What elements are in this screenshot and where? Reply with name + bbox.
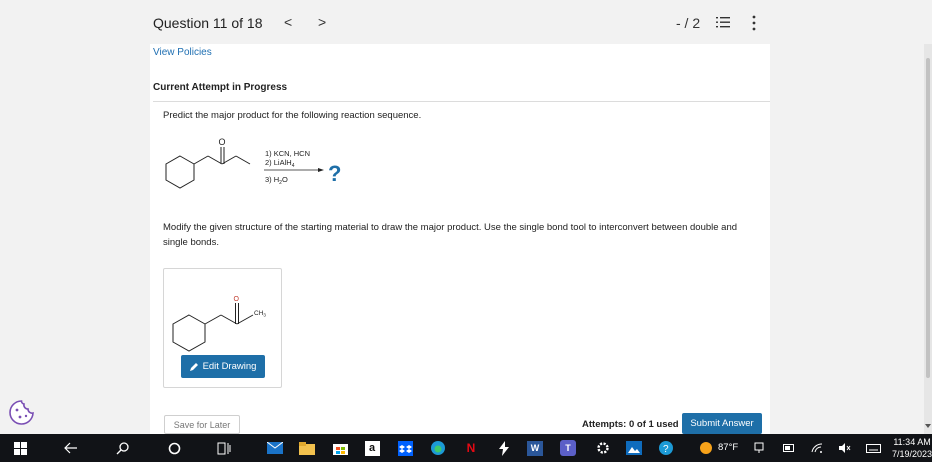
attempt-heading: Current Attempt in Progress <box>153 82 288 93</box>
tray-meet-now[interactable] <box>752 434 766 462</box>
drawing-instructions: Modify the given structure of the starti… <box>163 222 738 248</box>
reagent-step3: 3) H2O <box>265 175 288 186</box>
taskbar-help[interactable]: ? <box>657 434 675 462</box>
store-icon <box>332 444 348 455</box>
reagent-step3-end: O <box>282 175 288 184</box>
dropbox-icon <box>397 440 413 456</box>
carbonyl-o-label: O <box>219 137 226 147</box>
clock-date: 7/19/2023 <box>892 449 932 459</box>
teams-icon: T <box>560 440 576 456</box>
back-arrow-icon <box>64 442 77 454</box>
next-question-button[interactable]: > <box>318 14 326 30</box>
weather-temperature: 87°F <box>718 442 739 453</box>
taskbar-app-bolt[interactable] <box>496 434 512 462</box>
section-divider <box>153 101 770 102</box>
taskbar-netflix[interactable]: N <box>464 434 478 462</box>
question-panel: View Policies Current Attempt in Progres… <box>150 44 770 434</box>
amazon-icon: a <box>364 440 380 456</box>
taskbar-word[interactable]: W <box>526 434 544 462</box>
reaction-arrowhead <box>318 168 324 172</box>
mail-icon <box>267 442 283 454</box>
battery-icon <box>783 444 794 452</box>
question-list-icon[interactable] <box>716 16 730 29</box>
question-prompt: Predict the major product for the follow… <box>163 110 422 121</box>
save-for-later-button[interactable]: Save for Later <box>164 415 240 434</box>
gear-icon <box>597 442 609 454</box>
question-score: - / 2 <box>676 15 701 31</box>
submit-answer-button[interactable]: Submit Answer <box>682 413 762 434</box>
taskbar-teams[interactable]: T <box>558 434 578 462</box>
windows-start-button[interactable] <box>12 434 28 462</box>
tray-battery[interactable] <box>782 434 796 462</box>
reaction-scheme: O 1) KCN, HCN 2) LiAlH4 3) H2O ? <box>165 137 341 189</box>
photos-icon <box>626 441 642 455</box>
taskbar-settings[interactable] <box>594 434 612 462</box>
drawing-ch3-sub: 3 <box>263 313 266 318</box>
reagent-step2-sub: 4 <box>292 163 295 169</box>
search-button[interactable] <box>113 434 131 462</box>
tray-keyboard[interactable] <box>864 434 882 462</box>
reagent-step2: 2) LiAlH4 <box>265 158 295 169</box>
task-view-icon <box>217 442 231 454</box>
drawing-ch3-label: CH3 <box>254 310 266 318</box>
attempts-counter: Attempts: 0 of 1 used <box>582 419 679 430</box>
tray-wifi[interactable] <box>810 434 824 462</box>
more-options-icon[interactable] <box>752 15 756 31</box>
edge-icon <box>431 441 445 455</box>
tray-volume[interactable] <box>838 434 852 462</box>
product-question-mark: ? <box>328 161 341 186</box>
sun-icon <box>700 442 712 454</box>
taskbar-photos[interactable] <box>625 434 643 462</box>
edit-drawing-label: Edit Drawing <box>202 361 257 372</box>
cookie-settings-icon[interactable] <box>8 399 35 426</box>
edit-drawing-button[interactable]: Edit Drawing <box>181 355 265 378</box>
view-policies-link[interactable]: View Policies <box>153 47 212 58</box>
bolt-icon <box>499 440 509 456</box>
keyboard-icon <box>865 443 881 453</box>
reagent-step3-main: 3) H <box>265 175 279 184</box>
taskbar-mail[interactable] <box>266 434 284 462</box>
question-header: Question 11 of 18 < > - / 2 <box>0 0 932 44</box>
drawing-o-label: O <box>234 296 240 303</box>
taskbar-edge[interactable] <box>429 434 447 462</box>
system-clock[interactable]: 11:34 AM 7/19/2023 <box>892 436 932 460</box>
search-icon <box>116 441 129 454</box>
drawing-preview: O CH3 Edit Drawing <box>163 268 282 388</box>
taskbar-amazon[interactable]: a <box>364 434 380 462</box>
taskbar-store[interactable] <box>331 434 349 462</box>
taskbar-dropbox[interactable] <box>397 434 413 462</box>
cortana-icon <box>168 442 180 454</box>
clock-time: 11:34 AM <box>893 437 931 447</box>
windows-logo-icon <box>13 441 27 455</box>
viewport: Question 11 of 18 < > - / 2 View Policie… <box>0 0 932 462</box>
cortana-button[interactable] <box>165 434 183 462</box>
taskbar-file-explorer[interactable] <box>298 434 316 462</box>
task-view-button[interactable] <box>215 434 233 462</box>
windows-taskbar: a N W T ? 87°F 11:34 AM 7/19/2023 <box>0 434 932 462</box>
page-scrollbar-thumb[interactable] <box>926 58 930 378</box>
attempts-label: Attempts: 0 of 1 used <box>582 419 679 430</box>
starting-material-structure <box>165 147 251 189</box>
pencil-icon <box>189 362 198 371</box>
drawing-structure: O CH3 <box>172 296 266 352</box>
reagent-step1: 1) KCN, HCN <box>265 149 310 158</box>
wifi-icon <box>811 443 823 453</box>
previous-question-button[interactable]: < <box>284 14 292 30</box>
help-icon: ? <box>659 441 673 455</box>
word-icon: W <box>527 440 543 456</box>
question-counter: Question 11 of 18 <box>153 15 263 31</box>
back-button[interactable] <box>62 434 80 462</box>
weather-widget[interactable] <box>696 434 716 462</box>
drawing-ch3-main: CH <box>254 310 264 317</box>
svg-text:?: ? <box>663 444 669 455</box>
folder-icon <box>299 441 315 455</box>
volume-muted-icon <box>839 443 851 453</box>
scroll-down-arrow-icon[interactable] <box>925 424 931 429</box>
reagent-step2-main: 2) LiAlH <box>265 158 292 167</box>
netflix-icon: N <box>466 441 476 455</box>
webcam-icon <box>754 442 764 453</box>
